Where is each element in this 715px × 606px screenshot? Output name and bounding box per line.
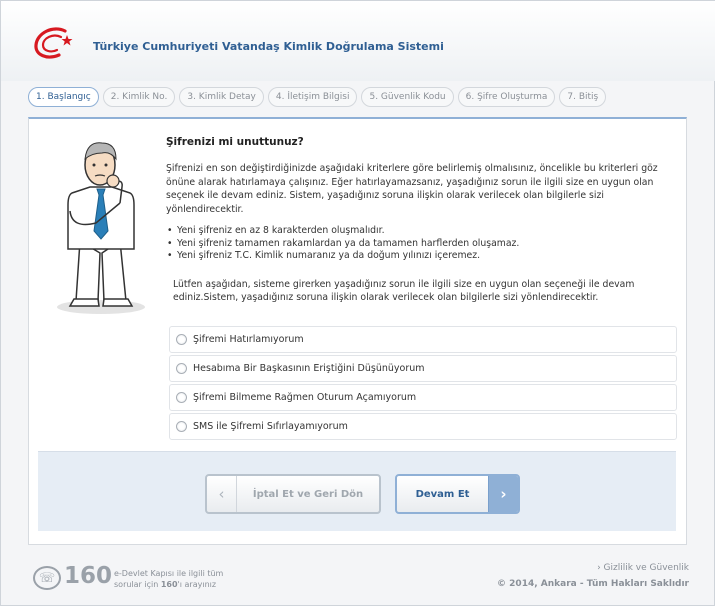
step-7-finish[interactable]: 7. Bitiş (559, 87, 607, 107)
chevron-left-icon: ‹ (207, 476, 237, 512)
instruction-text: Lütfen aşağıdan, sisteme girerken yaşadı… (173, 278, 635, 304)
option-account-compromised[interactable]: Hesabıma Bir Başkasının Eriştiğini Düşün… (169, 355, 677, 382)
support-text: e-Devlet Kapısı ile ilgili tüm sorular i… (114, 568, 244, 590)
password-rules-list: Yeni şifreniz en az 8 karakterden oluşma… (166, 225, 676, 263)
step-5-security-code[interactable]: 5. Güvenlik Kodu (361, 87, 454, 107)
option-forgot-password[interactable]: Şifremi Hatırlamıyorum (169, 326, 677, 353)
support-line-2-prefix: sorular için (114, 580, 161, 589)
app-window: Türkiye Cumhuriyeti Vatandaş Kimlik Doğr… (0, 0, 715, 606)
support-line-2-suffix: 'ı arayınız (177, 580, 217, 589)
password-rule: Yeni şifreniz T.C. Kimlik numaranız ya d… (166, 250, 676, 263)
password-rule: Yeni şifreniz tamamen rakamlardan ya da … (166, 238, 676, 251)
copyright: © 2014, Ankara - Tüm Hakları Saklıdır (497, 579, 689, 589)
wizard-steps: 1. Başlangıç 2. Kimlik No. 3. Kimlik Det… (28, 87, 607, 107)
main-panel: Şifrenizi mi unuttunuz? Şifrenizi en son… (28, 117, 687, 545)
support-line-1: e-Devlet Kapısı ile ilgili tüm (114, 569, 224, 578)
continue-button-label: Devam Et (415, 488, 470, 500)
radio-button[interactable] (176, 334, 187, 345)
cancel-button-label: İptal Et ve Geri Dön (252, 488, 364, 500)
step-4-contact-info[interactable]: 4. İletişim Bilgisi (267, 87, 358, 107)
page-footer: ☏ 160 e-Devlet Kapısı ile ilgili tüm sor… (1, 556, 715, 606)
option-sms-reset-fail[interactable]: SMS ile Şifremi Sıfırlayamıyorum (169, 413, 677, 440)
support-number: 160 (64, 563, 113, 589)
header: Türkiye Cumhuriyeti Vatandaş Kimlik Doğr… (1, 1, 715, 81)
continue-button[interactable]: Devam Et › (395, 474, 520, 514)
intro-text: Şifrenizi en son değiştirdiğinizde aşağı… (166, 163, 658, 215)
action-bar: ‹ İptal Et ve Geri Dön Devam Et › (38, 451, 676, 531)
privacy-link[interactable]: › Gizlilik ve Güvenlik (597, 563, 689, 573)
radio-button[interactable] (176, 392, 187, 403)
option-label: Şifremi Bilmeme Rağmen Oturum Açamıyorum (193, 392, 417, 403)
option-label: SMS ile Şifremi Sıfırlayamıyorum (193, 421, 348, 432)
phone-icon: ☏ (33, 566, 61, 590)
cancel-button[interactable]: ‹ İptal Et ve Geri Dön (205, 474, 381, 514)
step-6-password-creation[interactable]: 6. Şifre Oluşturma (457, 87, 556, 107)
info-content: Şifrenizi mi unuttunuz? Şifrenizi en son… (166, 136, 676, 305)
page-title: Şifrenizi mi unuttunuz? (166, 136, 304, 148)
thinking-man-illustration (50, 131, 152, 317)
step-1-start[interactable]: 1. Başlangıç (28, 87, 99, 107)
chevron-right-icon: › (488, 476, 518, 512)
password-rule: Yeni şifreniz en az 8 karakterden oluşma… (166, 225, 676, 238)
step-2-id-number[interactable]: 2. Kimlik No. (102, 87, 176, 107)
app-title: Türkiye Cumhuriyeti Vatandaş Kimlik Doğr… (93, 40, 444, 53)
radio-button[interactable] (176, 421, 187, 432)
problem-options: Şifremi Hatırlamıyorum Hesabıma Bir Başk… (169, 326, 677, 442)
turkiye-logo-icon (31, 23, 81, 63)
option-label: Şifremi Hatırlamıyorum (193, 334, 304, 345)
privacy-link-label: Gizlilik ve Güvenlik (603, 563, 689, 573)
option-cannot-login[interactable]: Şifremi Bilmeme Rağmen Oturum Açamıyorum (169, 384, 677, 411)
option-label: Hesabıma Bir Başkasının Eriştiğini Düşün… (193, 363, 425, 374)
radio-button[interactable] (176, 363, 187, 374)
step-3-id-detail[interactable]: 3. Kimlik Detay (179, 87, 264, 107)
support-line-2-number: 160 (160, 580, 178, 589)
